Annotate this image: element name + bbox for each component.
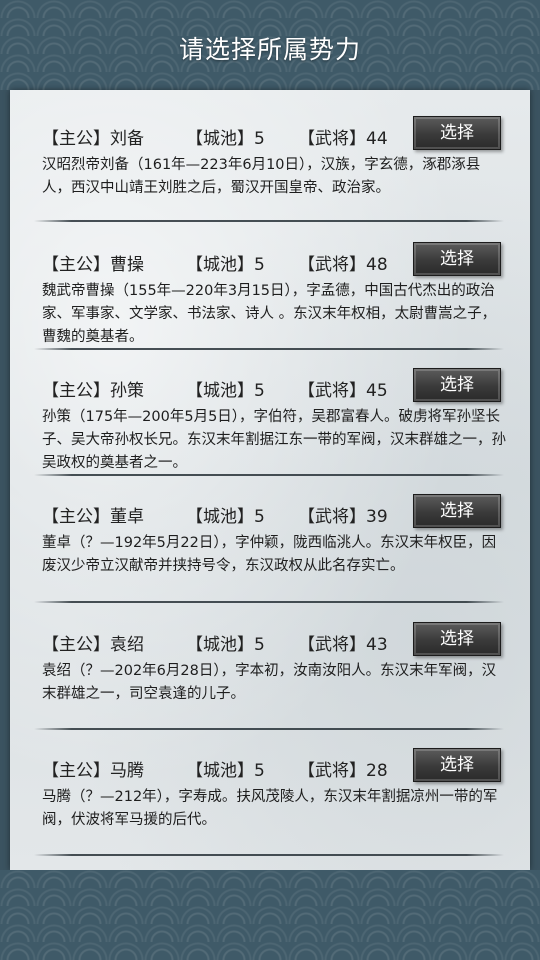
generals-value: 39 <box>366 507 388 527</box>
header-bar: 请选择所属势力 <box>0 0 540 90</box>
cities-label: 【城池】 <box>186 635 254 655</box>
cities-field: 【城池】5 <box>186 376 265 401</box>
cities-label: 【城池】 <box>186 761 254 781</box>
select-button[interactable]: 选择 <box>413 368 501 402</box>
lord-label: 【主公】 <box>42 635 110 655</box>
lord-label: 【主公】 <box>42 507 110 527</box>
faction-card-mateng: 【主公】马腾 【城池】5 【武将】28 选择 马腾（？—212年），字寿成。扶风… <box>10 730 530 852</box>
divider <box>34 220 504 222</box>
generals-label: 【武将】 <box>298 635 366 655</box>
generals-label: 【武将】 <box>298 129 366 149</box>
cities-label: 【城池】 <box>186 507 254 527</box>
generals-field: 【武将】28 <box>298 756 388 781</box>
faction-description: 孙策（175年—200年5月5日），字伯符，吴郡富春人。破虏将军孙坚长子、吴大帝… <box>42 409 506 471</box>
faction-description: 董卓（？—192年5月22日），字仲颖，陇西临洮人。东汉末年权臣，因废汉少帝立汉… <box>42 535 497 574</box>
lord-name: 马腾 <box>110 761 144 781</box>
generals-field: 【武将】43 <box>298 630 388 655</box>
cities-label: 【城池】 <box>186 129 254 149</box>
cities-field: 【城池】5 <box>186 124 265 149</box>
faction-stats: 【主公】刘备 【城池】5 【武将】44 <box>42 120 422 150</box>
divider <box>34 601 504 603</box>
generals-label: 【武将】 <box>298 761 366 781</box>
faction-description: 马腾（？—212年），字寿成。扶风茂陵人，东汉末年割据凉州一带的军阀，伏波将军马… <box>42 789 498 828</box>
generals-field: 【武将】48 <box>298 250 388 275</box>
faction-card-liubei: 【主公】刘备 【城池】5 【武将】44 选择 汉昭烈帝刘备（161年—223年6… <box>10 98 530 216</box>
faction-stats: 【主公】孙策 【城池】5 【武将】45 <box>42 372 422 402</box>
cities-field: 【城池】5 <box>186 502 265 527</box>
cities-field: 【城池】5 <box>186 756 265 781</box>
lord-field: 【主公】孙策 <box>42 376 144 401</box>
faction-description: 魏武帝曹操（155年—220年3月15日），字孟德，中国古代杰出的政治家、军事家… <box>42 283 497 345</box>
faction-stats: 【主公】董卓 【城池】5 【武将】39 <box>42 498 422 528</box>
lord-name: 曹操 <box>110 255 144 275</box>
generals-field: 【武将】44 <box>298 124 388 149</box>
generals-field: 【武将】45 <box>298 376 388 401</box>
faction-card-dongzhuo: 【主公】董卓 【城池】5 【武将】39 选择 董卓（？—192年5月22日），字… <box>10 476 530 600</box>
select-button[interactable]: 选择 <box>413 494 501 528</box>
cities-value: 5 <box>254 507 265 527</box>
select-button[interactable]: 选择 <box>413 242 501 276</box>
lord-field: 【主公】刘备 <box>42 124 144 149</box>
lord-name: 袁绍 <box>110 635 144 655</box>
lord-label: 【主公】 <box>42 129 110 149</box>
generals-label: 【武将】 <box>298 255 366 275</box>
lord-label: 【主公】 <box>42 381 110 401</box>
cities-label: 【城池】 <box>186 381 254 401</box>
generals-value: 48 <box>366 255 388 275</box>
faction-stats: 【主公】马腾 【城池】5 【武将】28 <box>42 752 422 782</box>
cities-value: 5 <box>254 635 265 655</box>
cities-field: 【城池】5 <box>186 630 265 655</box>
cities-label: 【城池】 <box>186 255 254 275</box>
divider <box>34 854 504 856</box>
cities-value: 5 <box>254 129 265 149</box>
lord-field: 【主公】袁绍 <box>42 630 144 655</box>
lord-field: 【主公】马腾 <box>42 756 144 781</box>
generals-value: 43 <box>366 635 388 655</box>
generals-label: 【武将】 <box>298 507 366 527</box>
select-button[interactable]: 选择 <box>413 116 501 150</box>
cities-field: 【城池】5 <box>186 250 265 275</box>
generals-field: 【武将】39 <box>298 502 388 527</box>
generals-value: 44 <box>366 129 388 149</box>
lord-label: 【主公】 <box>42 255 110 275</box>
page-title: 请选择所属势力 <box>178 35 361 64</box>
lord-name: 孙策 <box>110 381 144 401</box>
generals-value: 45 <box>366 381 388 401</box>
faction-description: 汉昭烈帝刘备（161年—223年6月10日），汉族，字玄德，涿郡涿县人，西汉中山… <box>42 157 481 196</box>
faction-card-caocao: 【主公】曹操 【城池】5 【武将】48 选择 魏武帝曹操（155年—220年3月… <box>10 224 530 345</box>
select-button[interactable]: 选择 <box>413 748 501 782</box>
faction-list[interactable]: 【主公】刘备 【城池】5 【武将】44 选择 汉昭烈帝刘备（161年—223年6… <box>10 90 530 870</box>
footer-bar <box>0 870 540 960</box>
lord-field: 【主公】董卓 <box>42 502 144 527</box>
lord-name: 董卓 <box>110 507 144 527</box>
lord-label: 【主公】 <box>42 761 110 781</box>
generals-label: 【武将】 <box>298 381 366 401</box>
faction-description: 袁绍（？—202年6月28日），字本初，汝南汝阳人。东汉末年军阀，汉末群雄之一，… <box>42 663 497 702</box>
lord-field: 【主公】曹操 <box>42 250 144 275</box>
faction-card-yuanshao: 【主公】袁绍 【城池】5 【武将】43 选择 袁绍（？—202年6月28日），字… <box>10 604 530 726</box>
cities-value: 5 <box>254 761 265 781</box>
cities-value: 5 <box>254 381 265 401</box>
faction-stats: 【主公】袁绍 【城池】5 【武将】43 <box>42 626 422 656</box>
cities-value: 5 <box>254 255 265 275</box>
select-button[interactable]: 选择 <box>413 622 501 656</box>
faction-stats: 【主公】曹操 【城池】5 【武将】48 <box>42 246 422 276</box>
faction-card-sunce: 【主公】孙策 【城池】5 【武将】45 选择 孙策（175年—200年5月5日）… <box>10 350 530 471</box>
generals-value: 28 <box>366 761 388 781</box>
lord-name: 刘备 <box>110 129 144 149</box>
